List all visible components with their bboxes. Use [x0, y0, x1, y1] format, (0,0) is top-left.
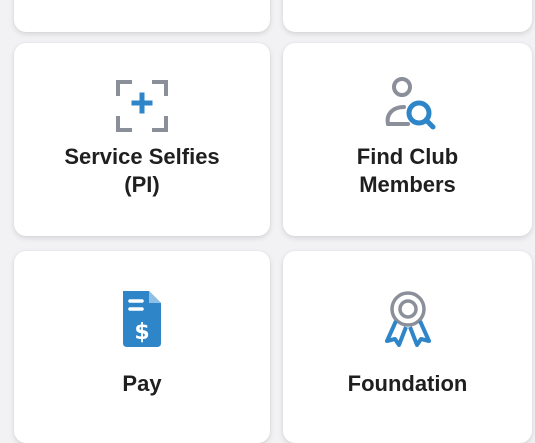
pay-label: Pay: [122, 371, 162, 396]
add-photo-frame-icon: [116, 80, 168, 132]
service-selfies-tile[interactable]: Service Selfies (PI): [14, 43, 270, 236]
find-club-members-label: Find Club Members: [356, 144, 459, 197]
person-search-icon: [385, 77, 435, 130]
foundation-tile[interactable]: Foundation: [283, 251, 532, 443]
tile-top-left[interactable]: [14, 0, 270, 32]
tile-top-right[interactable]: [283, 0, 532, 32]
award-ribbon-icon: [384, 291, 431, 347]
foundation-label: Foundation: [347, 371, 468, 396]
invoice-dollar-icon: $: [123, 291, 161, 347]
pay-tile[interactable]: $ Pay: [14, 251, 270, 443]
svg-text:$: $: [134, 320, 149, 345]
find-club-members-tile[interactable]: Find Club Members: [283, 43, 532, 236]
service-selfies-label: Service Selfies (PI): [64, 144, 220, 197]
